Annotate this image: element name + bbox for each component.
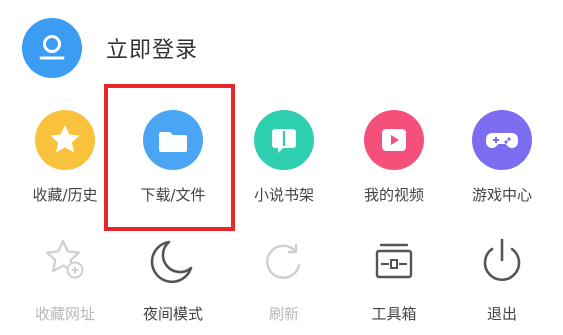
star-add-icon: [35, 232, 95, 292]
menu-item-bookmark-site[interactable]: 收藏网址: [10, 0, 120, 335]
toolbox-icon: [364, 232, 424, 292]
menu-item-refresh[interactable]: 刷新: [229, 0, 339, 335]
menu-item-toolbox[interactable]: 工具箱: [339, 0, 449, 335]
refresh-icon: [254, 232, 314, 292]
menu-label: 刷新: [268, 305, 299, 323]
menu-item-exit[interactable]: 退出: [447, 0, 557, 335]
menu-label: 退出: [486, 305, 517, 323]
menu-label: 收藏网址: [34, 305, 95, 323]
menu-label: 工具箱: [371, 305, 417, 323]
menu-label: 夜间模式: [142, 305, 203, 323]
moon-icon: [143, 232, 203, 292]
power-icon: [472, 232, 532, 292]
menu-item-night-mode[interactable]: 夜间模式: [118, 0, 228, 335]
